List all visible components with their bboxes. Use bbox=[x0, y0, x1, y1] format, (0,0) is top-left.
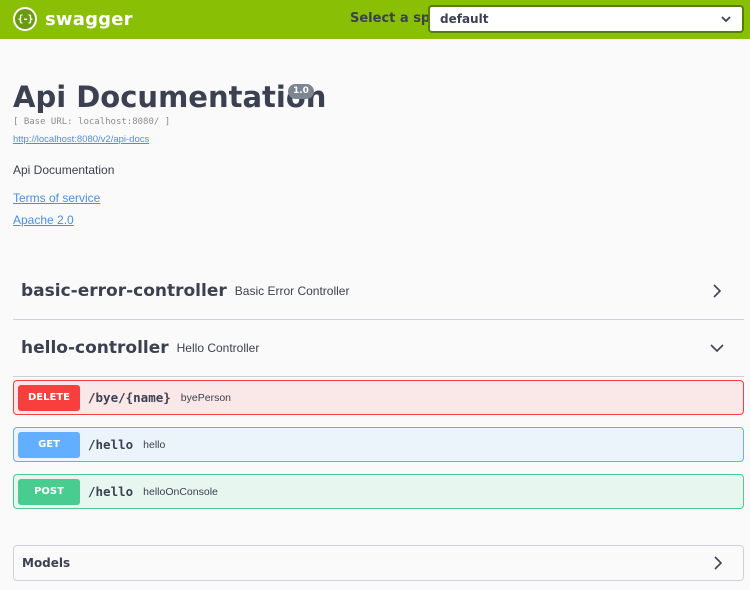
license-link[interactable]: Apache 2.0 bbox=[13, 213, 74, 227]
swagger-logo-icon: {-} bbox=[13, 7, 37, 31]
page-title: Api Documentation bbox=[13, 80, 327, 114]
method-badge: GET bbox=[18, 431, 80, 458]
terms-of-service-link[interactable]: Terms of service bbox=[13, 191, 100, 205]
tag-name: hello-controller bbox=[21, 338, 169, 358]
tag-description: Hello Controller bbox=[176, 341, 260, 355]
api-description: Api Documentation bbox=[13, 163, 115, 177]
chevron-down-icon bbox=[721, 16, 731, 23]
models-section[interactable]: Models bbox=[13, 545, 744, 581]
operation-delete-bye[interactable]: DELETE /bye/{name} byePerson bbox=[13, 380, 744, 415]
operation-post-hello[interactable]: POST /hello helloOnConsole bbox=[13, 474, 744, 509]
tag-hello-controller[interactable]: hello-controller Hello Controller bbox=[13, 320, 744, 377]
operation-path: /hello bbox=[88, 437, 134, 452]
chevron-down-icon bbox=[710, 344, 724, 353]
operation-summary: helloOnConsole bbox=[143, 485, 218, 498]
base-url: [ Base URL: localhost:8080/ ] bbox=[13, 117, 171, 127]
models-label: Models bbox=[22, 556, 71, 570]
spec-select-value: default bbox=[440, 12, 489, 26]
operation-get-hello[interactable]: GET /hello hello bbox=[13, 427, 744, 462]
spec-select[interactable]: default bbox=[428, 5, 744, 33]
operation-path: /bye/{name} bbox=[88, 390, 171, 405]
chevron-right-icon bbox=[714, 556, 723, 570]
method-badge: DELETE bbox=[18, 384, 80, 411]
swagger-logo[interactable]: {-} swagger bbox=[13, 7, 133, 31]
api-docs-link[interactable]: http://localhost:8080/v2/api-docs bbox=[13, 134, 149, 145]
method-badge: POST bbox=[18, 478, 80, 505]
tag-basic-error-controller[interactable]: basic-error-controller Basic Error Contr… bbox=[13, 263, 744, 320]
operation-summary: hello bbox=[143, 438, 166, 451]
operation-summary: byePerson bbox=[180, 391, 231, 404]
topbar: {-} swagger Select a spec default bbox=[0, 0, 750, 39]
operation-path: /hello bbox=[88, 484, 134, 499]
tag-name: basic-error-controller bbox=[21, 281, 227, 301]
chevron-right-icon bbox=[713, 284, 722, 298]
tag-description: Basic Error Controller bbox=[234, 284, 350, 298]
version-badge: 1.0 bbox=[288, 84, 314, 99]
logo-text: swagger bbox=[45, 8, 133, 30]
